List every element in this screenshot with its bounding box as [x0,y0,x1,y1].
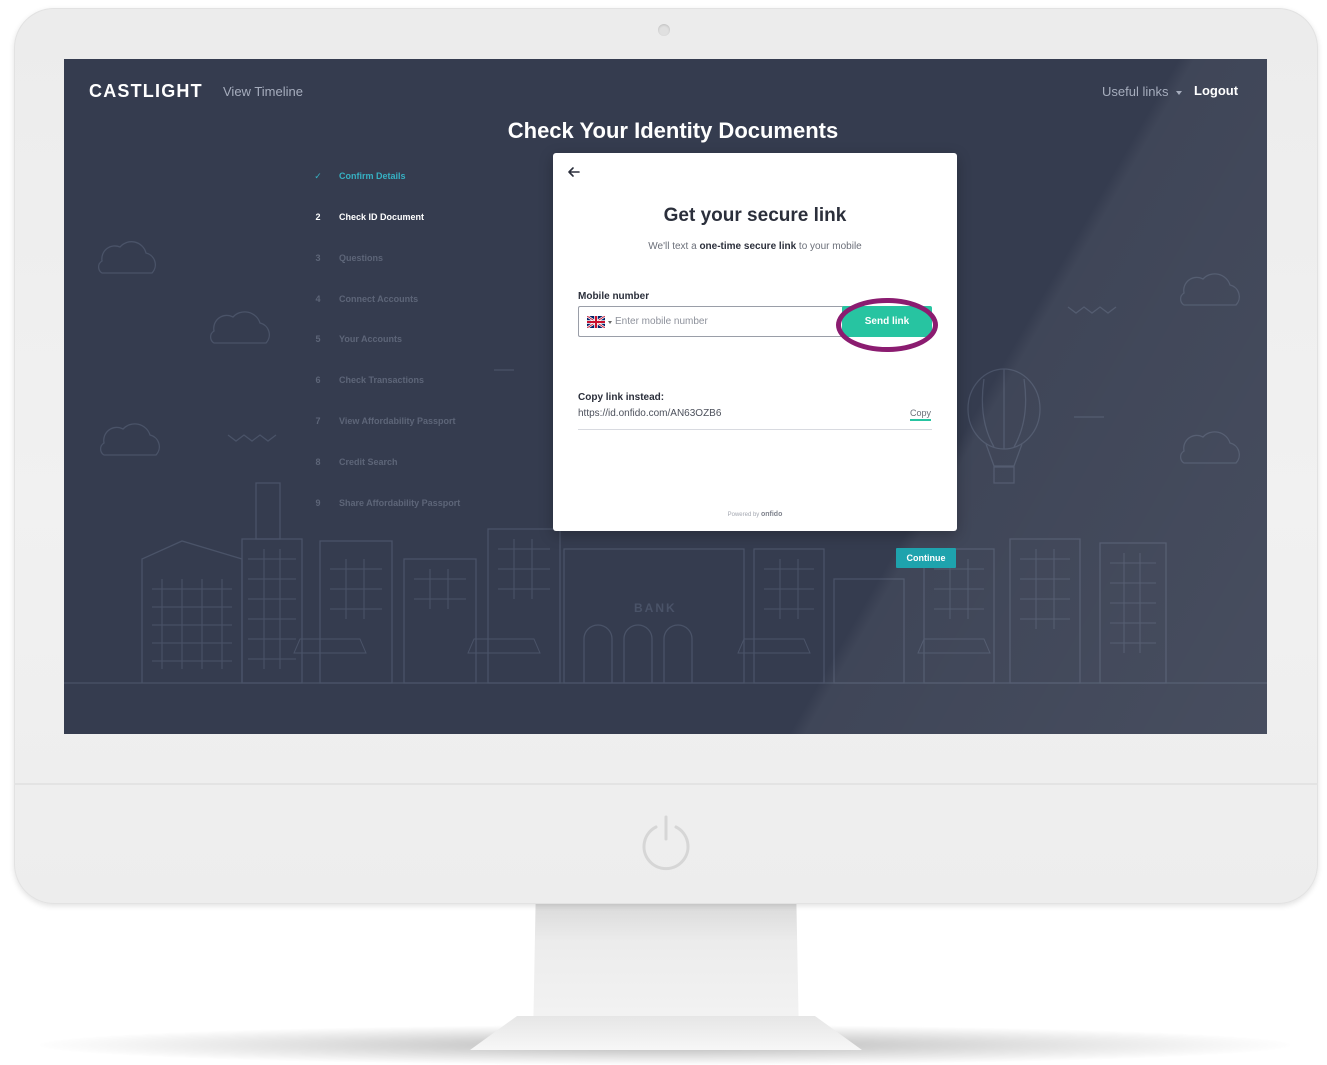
step-number: 9 [315,498,321,508]
step-label: Check ID Document [339,212,425,222]
secure-link-card: Get your secure link We'll text a one-ti… [553,153,957,531]
card-subtitle: We'll text a one-time secure link to you… [553,241,957,252]
onfido-logo: onfido [760,511,783,518]
continue-button[interactable]: Continue [896,548,956,568]
page-title: Check Your Identity Documents [507,118,839,143]
nav-view-timeline[interactable]: View Timeline [223,84,303,99]
country-chevron-down-icon[interactable] [608,321,612,324]
step-number: 2 [315,212,321,222]
step-credit-search: 8 Credit Search [312,457,532,473]
step-connect-accounts: 4 Connect Accounts [312,294,532,310]
step-number: 7 [315,416,321,426]
monitor-stand-foot [470,1016,862,1050]
step-label: Your Accounts [339,334,403,344]
power-icon [642,815,690,871]
uk-flag-icon[interactable] [587,316,605,328]
step-view-affordability-passport: 7 View Affordability Passport [312,416,532,432]
card-title: Get your secure link [663,205,847,226]
step-check-transactions: 6 Check Transactions [312,375,532,391]
send-link-button[interactable]: Send link [842,306,932,337]
step-share-affordability-passport: 9 Share Affordability Passport [312,498,532,514]
monitor-chin-divider [14,783,1318,785]
subtitle-emphasis: one-time secure link [699,241,797,252]
subtitle-text: We'll text a [648,241,700,252]
copy-button[interactable]: Copy [910,408,932,421]
step-your-accounts: 5 Your Accounts [312,334,532,350]
step-number: 5 [315,334,321,344]
subtitle-text-end: to your mobile [796,241,862,252]
step-check-id-document: 2 Check ID Document [312,212,532,228]
step-label: Questions [339,253,384,263]
useful-links-dropdown[interactable]: Useful links [1102,84,1183,99]
svg-text:BANK: BANK [634,601,677,615]
step-check-icon: ✓ [314,171,322,181]
mobile-number-label: Mobile number [578,291,650,302]
divider [578,429,932,430]
camera-icon [658,24,670,36]
chevron-down-icon [1176,90,1183,95]
step-number: 8 [315,457,321,467]
useful-links-label: Useful links [1102,84,1169,99]
back-arrow-icon[interactable] [567,165,581,179]
copy-link-label: Copy link instead: [578,392,665,403]
castlight-logo[interactable]: CASTLIGHT [89,81,203,102]
step-number: 4 [315,294,321,304]
mobile-number-field[interactable] [578,306,847,337]
step-number: 6 [315,375,321,385]
mobile-number-input[interactable] [615,311,835,331]
step-number: 3 [315,253,321,263]
powered-by-text: Powered by [727,512,760,518]
step-label: Connect Accounts [339,294,419,304]
step-label: Confirm Details [339,171,406,181]
step-label: Share Affordability Passport [339,498,461,508]
step-label: Credit Search [339,457,398,467]
secure-link-url: https://id.onfido.com/AN63OZB6 [578,408,722,419]
step-label: View Affordability Passport [339,416,456,426]
powered-by-onfido: Powered by onfido [553,511,957,518]
step-confirm-details: ✓ Confirm Details [312,171,532,187]
step-label: Check Transactions [339,375,425,385]
step-questions: 3 Questions [312,253,532,269]
logout-link[interactable]: Logout [1194,83,1238,98]
screen: BANK CASTLIGHT View Timeline Useful link… [64,59,1267,734]
